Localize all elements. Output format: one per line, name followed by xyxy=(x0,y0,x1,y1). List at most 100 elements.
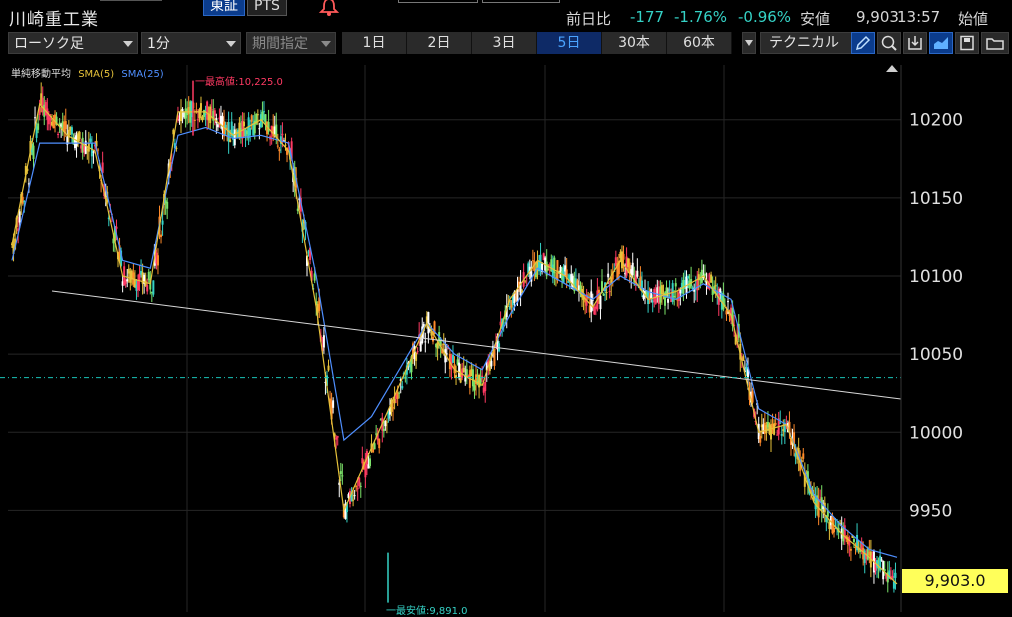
candle-body xyxy=(445,353,448,355)
candle-body xyxy=(742,356,745,361)
save-button[interactable] xyxy=(955,32,979,54)
price-chart[interactable]: 9950 10000 10050 10100 10150 10200 単純移動平均 SMA… xyxy=(0,57,1012,617)
candle-body xyxy=(229,139,232,143)
candle-body xyxy=(201,116,204,121)
legend-sma25[interactable]: SMA(25) xyxy=(121,69,163,80)
candle-body xyxy=(531,260,534,262)
candle-body xyxy=(415,353,418,361)
candle-body xyxy=(650,289,653,299)
candle-body xyxy=(833,527,836,533)
candle-body xyxy=(23,201,26,203)
technical-label: テクニカル xyxy=(769,35,839,51)
tab-pts[interactable]: PTS xyxy=(247,0,287,16)
current-price-tag: 9,903.0 xyxy=(902,569,1008,593)
candle-body xyxy=(327,365,330,371)
candle-body xyxy=(451,354,454,363)
candle-body xyxy=(773,423,776,435)
candle-body xyxy=(353,495,356,497)
chevron-down-icon xyxy=(226,41,236,47)
hidden-input-fragment[interactable] xyxy=(398,0,478,3)
price-tick-label: 10150 xyxy=(909,189,963,209)
indicator-legend: 単純移動平均 SMA(5) SMA(25) xyxy=(11,65,164,80)
zoom-icon xyxy=(881,35,897,51)
chevron-down-icon xyxy=(123,41,133,47)
period-30bars[interactable]: 30本 xyxy=(602,32,667,54)
candle-body xyxy=(636,270,639,277)
candle-body xyxy=(567,281,570,283)
candle-body xyxy=(364,465,367,478)
period-3d[interactable]: 3日 xyxy=(472,32,537,54)
candle-body xyxy=(473,385,476,391)
sma-series xyxy=(11,80,898,603)
candle-body xyxy=(385,421,388,423)
candle-body xyxy=(479,377,482,385)
legend-title: 単純移動平均 xyxy=(11,69,71,80)
chart-canvas[interactable]: 9950 10000 10050 10100 10150 10200 xyxy=(0,57,1012,612)
candle-body xyxy=(34,117,37,119)
candle-body xyxy=(703,273,706,276)
candle-body xyxy=(358,477,361,487)
candle-body xyxy=(37,123,40,130)
alert-bell-icon[interactable] xyxy=(318,0,340,17)
chart-area-button[interactable] xyxy=(929,32,953,54)
range-select[interactable]: 期間指定 xyxy=(246,32,336,54)
candle-body xyxy=(78,131,81,140)
chart-type-select[interactable]: ローソク足 xyxy=(8,32,138,54)
price-tick-label: 10000 xyxy=(909,423,963,443)
pencil-button[interactable] xyxy=(851,32,875,54)
period-60bars[interactable]: 60本 xyxy=(667,32,732,54)
period-2d[interactable]: 2日 xyxy=(407,32,472,54)
candle-body xyxy=(146,285,149,292)
period-more-button[interactable] xyxy=(742,32,756,54)
change-label: 前日比 xyxy=(566,10,612,28)
candle-body xyxy=(382,428,385,432)
candle-body xyxy=(484,382,487,392)
chart-toolbar: ローソク足 1分 期間指定 1日 2日 3日 5日 30本 60本 テクニカル xyxy=(0,30,1012,57)
candle-body xyxy=(401,386,404,389)
candle-body xyxy=(281,133,284,136)
candle-body xyxy=(199,103,202,111)
candle-body xyxy=(147,272,150,280)
candle-body xyxy=(161,220,164,225)
candle-body xyxy=(442,344,445,346)
chart-grid xyxy=(8,65,901,612)
candle-body xyxy=(276,145,279,147)
collapse-panel-icon[interactable] xyxy=(886,65,898,72)
folder-button[interactable] xyxy=(981,32,1009,54)
candle-body xyxy=(490,360,493,367)
hidden-control-fragment[interactable] xyxy=(100,0,162,1)
period-5d[interactable]: 5日 xyxy=(537,32,602,54)
candle-body xyxy=(788,421,791,429)
candle-body xyxy=(674,283,677,287)
candle-body xyxy=(524,280,527,282)
candle-body xyxy=(249,128,252,136)
candle-body xyxy=(725,310,728,315)
candle-body xyxy=(261,111,264,121)
candle-body xyxy=(203,109,206,117)
candle-body xyxy=(607,273,610,278)
interval-select[interactable]: 1分 xyxy=(141,32,241,54)
zoom-button[interactable] xyxy=(877,32,901,54)
export-button[interactable] xyxy=(903,32,927,54)
candle-body xyxy=(332,400,335,408)
low-label: 安値 xyxy=(800,10,831,28)
candle-body xyxy=(262,111,265,113)
candle-body xyxy=(631,262,634,276)
candle-body xyxy=(216,124,219,128)
candle-body xyxy=(547,269,550,271)
change-value: -177 xyxy=(630,8,665,26)
period-tabs: 1日 2日 3日 5日 30本 60本 xyxy=(342,32,732,54)
candle-body xyxy=(166,201,169,209)
chart-area-icon xyxy=(934,37,948,49)
price-tick-label: 10200 xyxy=(909,111,963,131)
legend-sma5[interactable]: SMA(5) xyxy=(78,69,114,80)
candle-body xyxy=(352,499,355,501)
candle-body xyxy=(726,301,729,303)
price-tick-label: 10050 xyxy=(909,345,963,365)
candle-body xyxy=(322,335,325,348)
candle-body xyxy=(849,548,852,551)
period-1d[interactable]: 1日 xyxy=(342,32,407,54)
hidden-input-fragment[interactable] xyxy=(482,0,560,3)
tab-tse[interactable]: 東証 xyxy=(203,0,245,16)
candle-body xyxy=(284,144,287,146)
